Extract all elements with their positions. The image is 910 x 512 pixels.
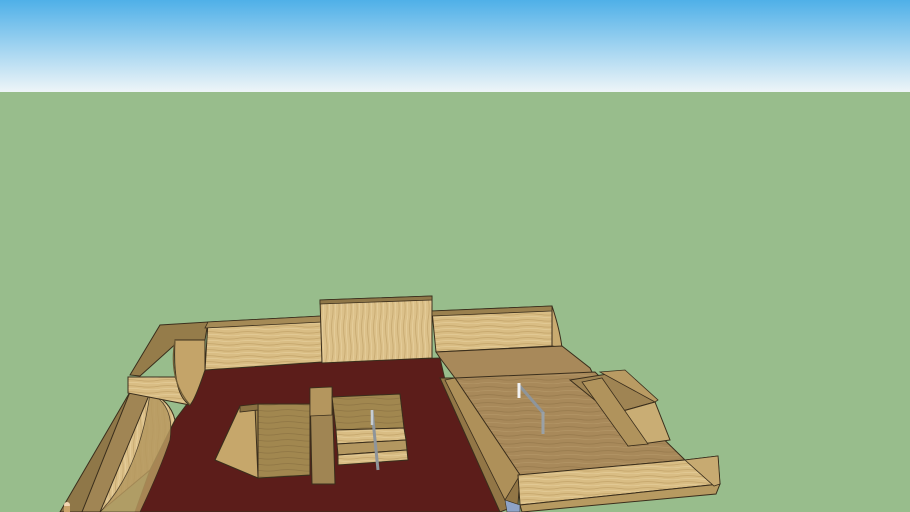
- skatepark-scene: [0, 0, 910, 512]
- person-figure: [64, 502, 70, 512]
- sky: [0, 0, 910, 92]
- quarter-pipe-back: [204, 315, 323, 371]
- vert-wall: [319, 295, 433, 364]
- quarter-pipe-back-right: [431, 305, 563, 353]
